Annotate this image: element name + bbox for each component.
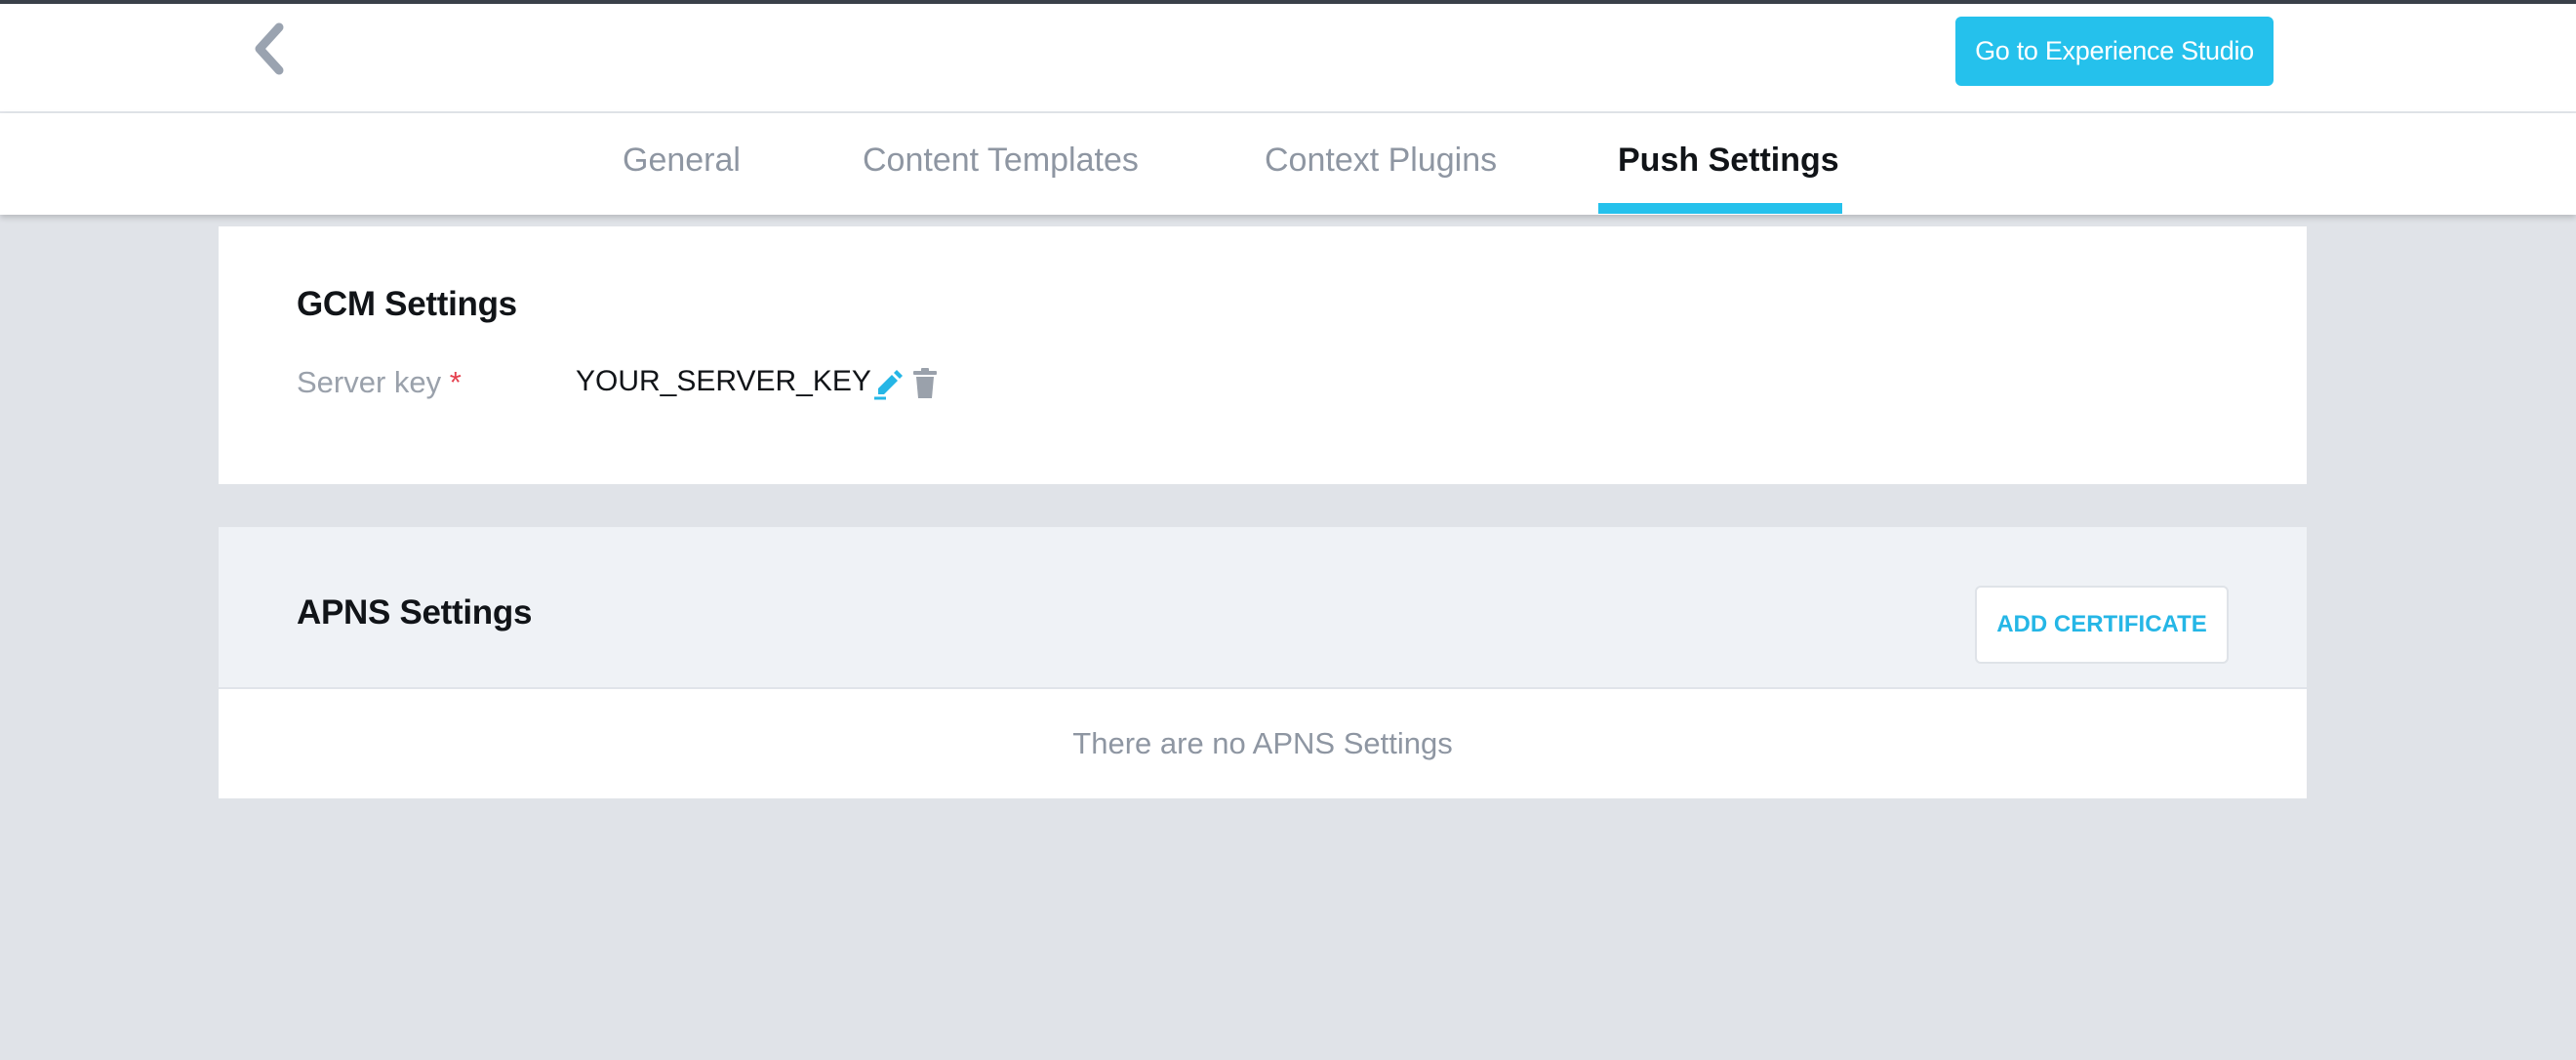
required-marker: * [449, 365, 462, 399]
apns-header: APNS Settings ADD CERTIFICATE [219, 527, 2307, 689]
server-key-label-text: Server key [297, 365, 442, 399]
tab-content-templates[interactable]: Content Templates [863, 113, 1139, 215]
tab-context-plugins[interactable]: Context Plugins [1265, 113, 1497, 215]
server-key-value: YOUR_SERVER_KEY [576, 365, 871, 397]
top-bar: Go to Experience Studio [0, 0, 2576, 113]
go-to-experience-studio-button[interactable]: Go to Experience Studio [1955, 17, 2274, 86]
gcm-settings-title: GCM Settings [297, 285, 517, 323]
pencil-icon[interactable] [872, 367, 906, 400]
apns-settings-card: APNS Settings ADD CERTIFICATE There are … [219, 527, 2307, 798]
apns-empty-message: There are no APNS Settings [1072, 726, 1453, 760]
tab-general[interactable]: General [623, 113, 741, 215]
tab-bar: General Content Templates Context Plugin… [0, 113, 2576, 215]
gcm-settings-card: GCM Settings Server key * YOUR_SERVER_KE… [219, 226, 2307, 484]
apns-settings-title: APNS Settings [297, 593, 533, 632]
server-key-label: Server key * [297, 365, 462, 400]
chevron-left-icon [255, 22, 284, 75]
active-tab-indicator [1598, 203, 1842, 214]
tab-push-settings[interactable]: Push Settings [1618, 113, 1839, 215]
trash-icon[interactable] [911, 367, 939, 400]
back-button[interactable] [246, 18, 295, 80]
add-certificate-button[interactable]: ADD CERTIFICATE [1975, 586, 2229, 664]
